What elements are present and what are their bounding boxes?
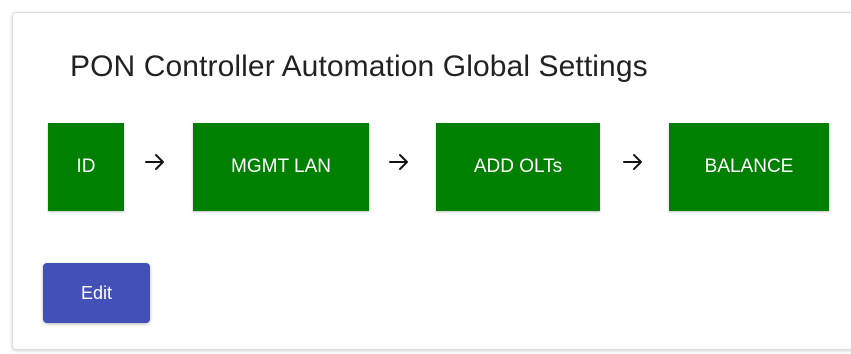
- arrow-right-icon: [619, 148, 647, 176]
- arrow-right-icon: [385, 148, 413, 176]
- step-mgmt-lan[interactable]: MGMT LAN: [193, 123, 369, 211]
- step-balance[interactable]: BALANCE: [669, 123, 829, 211]
- card-title: PON Controller Automation Global Setting…: [70, 50, 648, 83]
- step-id[interactable]: ID: [48, 123, 124, 211]
- edit-button[interactable]: Edit: [43, 263, 150, 323]
- settings-card: PON Controller Automation Global Setting…: [12, 12, 851, 350]
- arrow-right-icon: [141, 148, 169, 176]
- step-add-olts[interactable]: ADD OLTs: [436, 123, 600, 211]
